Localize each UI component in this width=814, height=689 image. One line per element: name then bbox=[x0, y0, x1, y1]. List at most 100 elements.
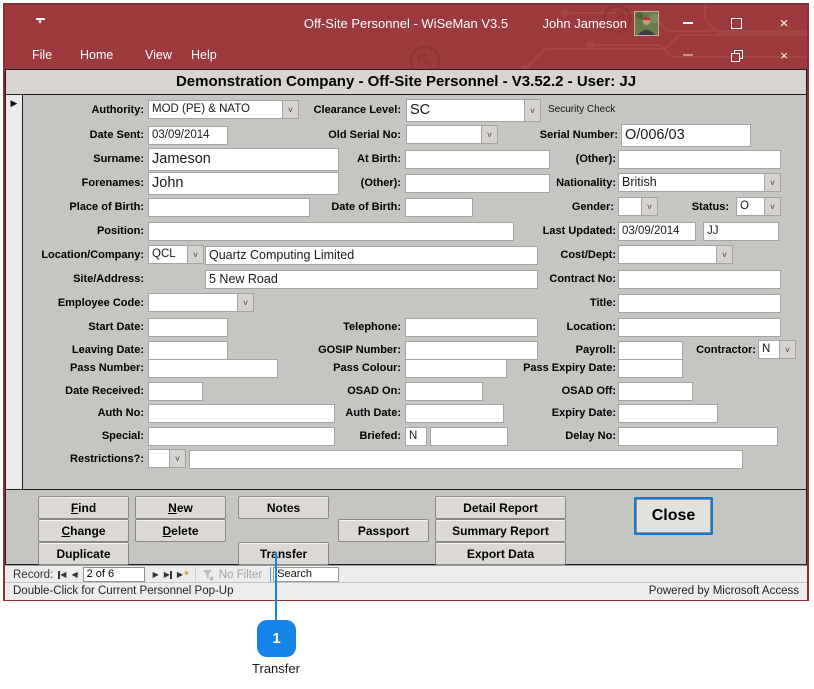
pass-colour-label: Pass Colour: bbox=[281, 361, 401, 375]
gender-label: Gender: bbox=[494, 200, 614, 214]
record-position-box[interactable]: 2 of 6 bbox=[83, 567, 145, 582]
previous-record-button[interactable]: ◀ bbox=[71, 570, 77, 579]
expiry-date-field[interactable] bbox=[618, 404, 718, 423]
old-serial-no-combo[interactable]: ˅ bbox=[406, 125, 498, 144]
chevron-down-icon[interactable]: ˅ bbox=[764, 174, 780, 191]
date-sent-field[interactable]: 03/09/2014 bbox=[148, 126, 228, 145]
forenames-label: Forenames: bbox=[24, 176, 144, 190]
button-area: Find New Notes Detail Report Close Chang… bbox=[6, 490, 806, 564]
restrictions-label: Restrictions?: bbox=[24, 452, 144, 466]
clearance-level-combo[interactable]: SC ˅ bbox=[406, 99, 541, 122]
pass-number-field[interactable] bbox=[148, 359, 278, 378]
minimize-button[interactable] bbox=[673, 13, 703, 33]
user-display-name: John Jameson bbox=[542, 16, 627, 31]
no-filter-label[interactable]: No Filter bbox=[219, 569, 262, 581]
serial-number-label: Serial Number: bbox=[498, 128, 618, 142]
restrictions-combo[interactable]: ˅ bbox=[148, 449, 186, 468]
chevron-down-icon[interactable]: ˅ bbox=[716, 246, 732, 263]
chevron-down-icon[interactable]: ˅ bbox=[237, 294, 253, 311]
osad-on-field[interactable] bbox=[405, 382, 483, 401]
chevron-down-icon[interactable]: ˅ bbox=[187, 246, 203, 263]
leaving-date-field[interactable] bbox=[148, 341, 228, 360]
auth-date-label: Auth Date: bbox=[281, 406, 401, 420]
export-data-button[interactable]: Export Data bbox=[435, 542, 566, 565]
pass-expiry-date-field[interactable] bbox=[618, 359, 683, 378]
notes-button[interactable]: Notes bbox=[238, 496, 329, 519]
last-updated-date-field[interactable]: 03/09/2014 bbox=[618, 222, 696, 241]
child-minimize-button[interactable] bbox=[673, 45, 703, 65]
new-button[interactable]: New bbox=[135, 496, 226, 519]
date-received-field[interactable] bbox=[148, 382, 203, 401]
site-address-field[interactable]: 5 New Road bbox=[205, 270, 538, 289]
titlebar: ▾ Off-Site Personnel - WiSeMan V3.5 John… bbox=[5, 5, 807, 69]
chevron-down-icon[interactable]: ˅ bbox=[779, 341, 795, 358]
status-combo[interactable]: O ˅ bbox=[736, 197, 781, 216]
location-company-code-combo[interactable]: QCL ˅ bbox=[148, 245, 204, 264]
passport-button[interactable]: Passport bbox=[338, 519, 429, 542]
authority-combo[interactable]: MOD (PE) & NATO ˅ bbox=[148, 100, 299, 119]
close-window-button[interactable]: × bbox=[769, 13, 799, 33]
maximize-icon bbox=[731, 18, 742, 29]
transfer-button[interactable]: Transfer bbox=[238, 542, 329, 565]
minimize-icon bbox=[683, 22, 693, 24]
next-record-button[interactable]: ▶ bbox=[153, 570, 159, 579]
employee-code-combo[interactable]: ˅ bbox=[148, 293, 254, 312]
chevron-down-icon[interactable]: ˅ bbox=[764, 198, 780, 215]
title-label: Title: bbox=[496, 296, 616, 310]
title-field[interactable] bbox=[618, 294, 781, 313]
position-field[interactable] bbox=[148, 222, 514, 241]
form-title: Demonstration Company - Off-Site Personn… bbox=[6, 70, 806, 95]
close-icon: × bbox=[780, 16, 789, 31]
menu-home[interactable]: Home bbox=[80, 48, 113, 62]
detail-report-button[interactable]: Detail Report bbox=[435, 496, 566, 519]
cost-dept-combo[interactable]: ˅ bbox=[618, 245, 733, 264]
auth-date-field[interactable] bbox=[405, 404, 504, 423]
restrictions-text-field[interactable] bbox=[189, 450, 743, 469]
start-date-field[interactable] bbox=[148, 318, 228, 337]
find-button[interactable]: Find bbox=[38, 496, 129, 519]
briefed-field[interactable]: N bbox=[405, 427, 427, 446]
site-address-label: Site/Address: bbox=[24, 272, 144, 286]
nationality-combo[interactable]: British ˅ bbox=[618, 173, 781, 192]
last-updated-user-field[interactable]: JJ bbox=[703, 222, 779, 241]
summary-report-button[interactable]: Summary Report bbox=[435, 519, 566, 542]
record-selector-strip[interactable]: ▶ bbox=[6, 95, 23, 489]
duplicate-button[interactable]: Duplicate bbox=[38, 542, 129, 565]
status-bar: Double-Click for Current Personnel Pop-U… bbox=[5, 582, 807, 600]
maximize-button[interactable] bbox=[721, 13, 751, 33]
location-company-name-field[interactable]: Quartz Computing Limited bbox=[205, 246, 538, 265]
child-close-button[interactable]: × bbox=[769, 45, 799, 65]
new-record-button[interactable]: ▶* bbox=[177, 570, 189, 579]
date-sent-label: Date Sent: bbox=[24, 128, 144, 142]
close-button[interactable]: Close bbox=[634, 497, 713, 535]
menu-file[interactable]: File bbox=[32, 48, 52, 62]
osad-off-field[interactable] bbox=[618, 382, 693, 401]
change-button[interactable]: Change bbox=[38, 519, 129, 542]
chevron-down-icon[interactable]: ˅ bbox=[524, 100, 540, 121]
serial-number-field[interactable]: O/006/03 bbox=[621, 124, 751, 147]
surname-other-field[interactable] bbox=[618, 150, 781, 169]
special-label: Special: bbox=[24, 429, 144, 443]
delay-no-field[interactable] bbox=[618, 427, 778, 446]
menu-view[interactable]: View bbox=[145, 48, 172, 62]
surname-other-label: (Other): bbox=[496, 152, 616, 166]
first-record-icon: ◀ bbox=[60, 570, 66, 579]
pass-colour-field[interactable] bbox=[405, 359, 507, 378]
contract-no-field[interactable] bbox=[618, 270, 781, 289]
auth-no-label: Auth No: bbox=[24, 406, 144, 420]
first-record-button[interactable]: ◀ bbox=[58, 570, 66, 579]
contractor-combo[interactable]: N ˅ bbox=[758, 340, 796, 359]
chevron-down-icon[interactable]: ˅ bbox=[481, 126, 497, 143]
chevron-down-icon[interactable]: ˅ bbox=[169, 450, 185, 467]
location-field[interactable] bbox=[618, 318, 781, 337]
menu-help[interactable]: Help bbox=[191, 48, 217, 62]
date-received-label: Date Received: bbox=[24, 384, 144, 398]
delete-button[interactable]: Delete bbox=[135, 519, 226, 542]
record-selector-arrow-icon: ▶ bbox=[6, 98, 22, 109]
date-of-birth-field[interactable] bbox=[405, 198, 473, 217]
search-input[interactable]: Search bbox=[273, 567, 339, 582]
child-restore-button[interactable] bbox=[721, 45, 751, 65]
security-check-label: Security Check bbox=[548, 104, 615, 115]
last-record-button[interactable]: ▶ bbox=[164, 570, 172, 579]
forenames-other-label: (Other): bbox=[281, 176, 401, 190]
